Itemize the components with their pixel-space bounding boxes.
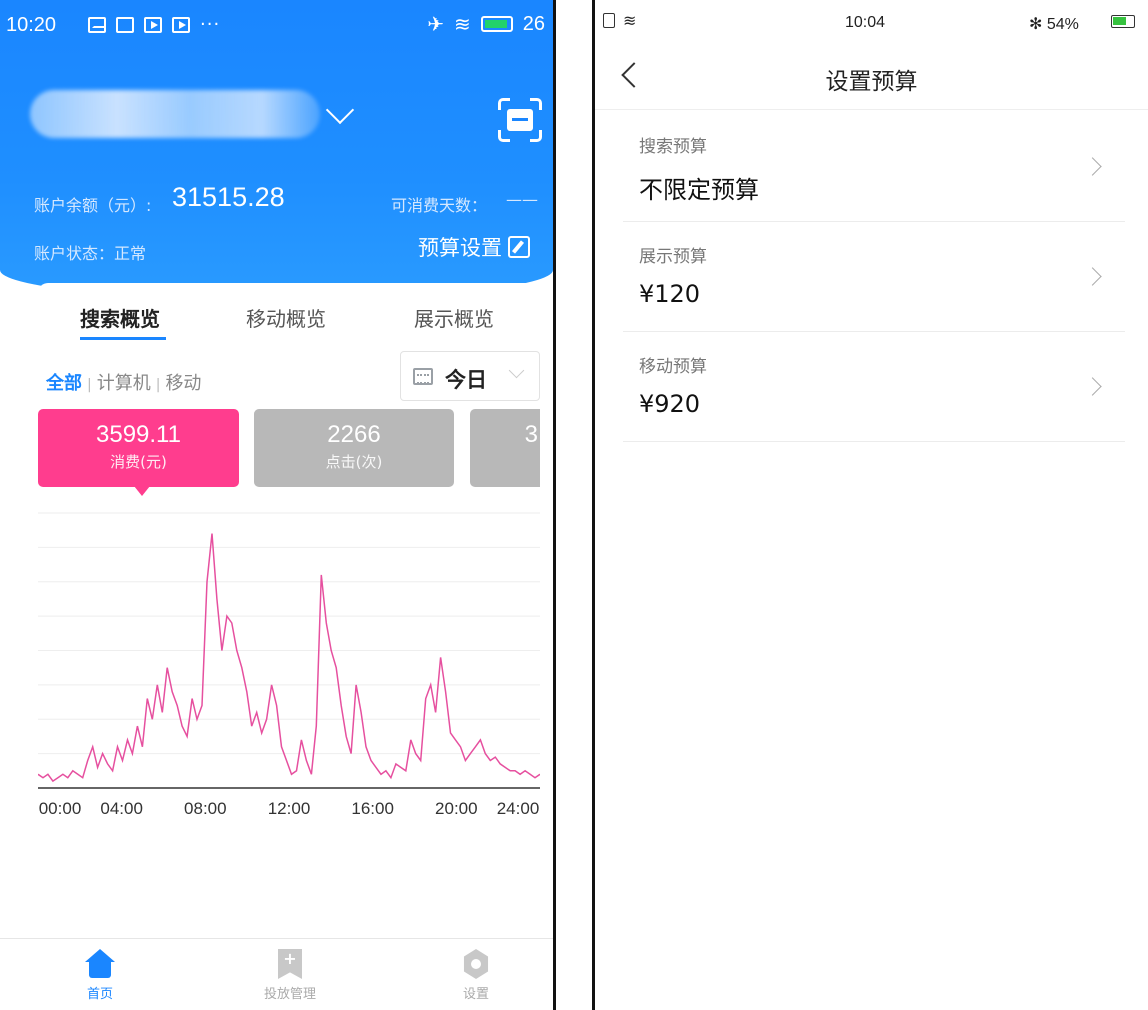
bottom-navigation: 首页 投放管理 设置 <box>0 938 553 1010</box>
nav-campaign-label: 投放管理 <box>263 987 316 1002</box>
filter-all[interactable]: 全部 <box>46 373 82 394</box>
budget-settings-button[interactable]: 预算设置 <box>418 232 530 262</box>
bluetooth-icon: ✻ <box>1029 16 1043 33</box>
status-time: 10:04 <box>845 14 886 31</box>
battery-icon <box>1111 15 1135 28</box>
list-item-display-budget[interactable]: 展示预算 ¥120 <box>623 222 1125 332</box>
gear-icon <box>463 949 489 979</box>
x-tick-label: 24:00 <box>496 799 540 818</box>
list-item-title: 搜索预算 <box>639 137 707 157</box>
x-tick-label: 12:00 <box>267 799 311 818</box>
nav-home[interactable]: 首页 <box>60 949 140 1002</box>
calendar-icon <box>413 368 433 385</box>
list-item-search-budget[interactable]: 搜索预算 不限定预算 <box>623 112 1125 222</box>
list-item-value: ¥920 <box>639 390 701 418</box>
list-item-mobile-budget[interactable]: 移动预算 ¥920 <box>623 332 1125 442</box>
play-icon <box>172 16 190 33</box>
dashboard-screen: 10:20 ··· ✈ ≋ 26 账户余额（元）: 31515.28 可消费天数… <box>0 0 556 1010</box>
more-notifications-icon: ··· <box>200 14 221 35</box>
list-item-title: 展示预算 <box>639 247 707 267</box>
metric-value: 3 <box>524 421 538 448</box>
scan-icon[interactable] <box>498 98 542 142</box>
metric-label: 点击(次) <box>325 453 383 471</box>
list-item-value: ¥120 <box>639 280 701 308</box>
overview-tabs: 搜索概览 移动概览 展示概览 <box>38 283 540 345</box>
nav-bar: 设置预算 <box>595 42 1148 110</box>
status-bar: ≋ 10:04 ✻ 54% <box>595 0 1148 42</box>
battery-icon <box>480 16 513 32</box>
chevron-down-icon <box>508 362 525 379</box>
balance-label: 账户余额（元）: <box>34 196 152 215</box>
screenshot-stage: 10:20 ··· ✈ ≋ 26 账户余额（元）: 31515.28 可消费天数… <box>0 0 1148 1010</box>
video-icon <box>144 16 162 33</box>
date-picker[interactable]: 今日 <box>400 351 540 401</box>
mail-icon <box>88 16 106 33</box>
tab-search-overview[interactable]: 搜索概览 <box>80 303 160 332</box>
status-bar: 10:20 ··· ✈ ≋ 26 <box>0 0 553 54</box>
notification-icons: ··· <box>88 14 220 35</box>
system-icons: ✈ ≋ 26 <box>427 12 545 36</box>
status-time: 10:20 <box>6 14 57 36</box>
x-axis-ticks: 00:00 04:00 08:00 12:00 16:00 20:00 24:00 <box>38 799 540 823</box>
spend-line-chart <box>38 512 540 789</box>
home-icon <box>85 949 115 979</box>
filter-mobile[interactable]: 移动 <box>165 373 201 394</box>
sim-icon <box>603 13 615 28</box>
x-tick-label: 00:00 <box>38 799 82 818</box>
edit-icon <box>508 236 530 258</box>
metric-label: 消费(元) <box>110 453 167 471</box>
nav-home-label: 首页 <box>86 987 113 1002</box>
battery-percent: 54% <box>1046 16 1079 33</box>
balance-value: 31515.28 <box>172 182 285 212</box>
account-name-blurred[interactable] <box>30 90 320 138</box>
metric-value: 2266 <box>327 421 381 448</box>
overview-card: 搜索概览 移动概览 展示概览 全部 | 计算机 | 移动 今日 3599.11 消费(元… <box>38 283 540 983</box>
x-tick-label: 04:00 <box>100 799 143 818</box>
chart-series-line <box>38 533 540 783</box>
wifi-icon: ≋ <box>623 13 637 30</box>
filter-computer[interactable]: 计算机 <box>97 373 151 394</box>
list-item-title: 移动预算 <box>639 357 707 377</box>
bluetooth-indicator: ✻ 54% <box>1029 14 1079 34</box>
wifi-icon: ≋ <box>453 12 471 36</box>
metric-card-clicks[interactable]: 2266 点击(次) <box>254 409 454 487</box>
x-tick-label: 16:00 <box>351 799 394 818</box>
days-label: 可消费天数： <box>391 196 488 215</box>
date-picker-value: 今日 <box>445 368 487 392</box>
budget-list: 搜索预算 不限定预算 展示预算 ¥120 移动预算 ¥920 <box>623 112 1125 442</box>
budget-settings-screen: ≋ 10:04 ✻ 54% 设置预算 搜索预算 不限定预算 展示预算 ¥120 … <box>592 0 1148 1010</box>
active-tab-indicator <box>80 337 166 340</box>
metric-card-partial[interactable]: 3 <box>470 409 540 487</box>
tab-mobile-overview[interactable]: 移动概览 <box>246 303 326 332</box>
chevron-right-icon <box>1083 157 1102 176</box>
chevron-right-icon <box>1083 267 1102 286</box>
tab-display-overview[interactable]: 展示概览 <box>414 303 494 332</box>
metric-value: 3599.11 <box>96 421 181 448</box>
page-title: 设置预算 <box>825 69 918 95</box>
days-value: —— <box>506 190 538 209</box>
nav-campaign-management[interactable]: 投放管理 <box>250 949 330 1002</box>
budget-settings-label: 预算设置 <box>418 236 502 260</box>
message-icon <box>116 16 134 33</box>
nav-settings-label: 设置 <box>462 987 489 1002</box>
x-tick-label: 20:00 <box>435 799 478 818</box>
battery-level: 26 <box>522 12 545 35</box>
bookmark-icon <box>278 949 302 979</box>
chevron-right-icon <box>1083 377 1102 396</box>
list-item-value: 不限定预算 <box>639 176 759 204</box>
nav-settings[interactable]: 设置 <box>436 949 516 1002</box>
x-tick-label: 08:00 <box>184 799 227 818</box>
mute-icon: ✈ <box>427 12 444 36</box>
metric-card-spend[interactable]: 3599.11 消费(元) <box>38 409 239 496</box>
device-filter: 全部 | 计算机 | 移动 <box>46 373 202 394</box>
account-status: 账户状态：正常 <box>34 244 147 263</box>
